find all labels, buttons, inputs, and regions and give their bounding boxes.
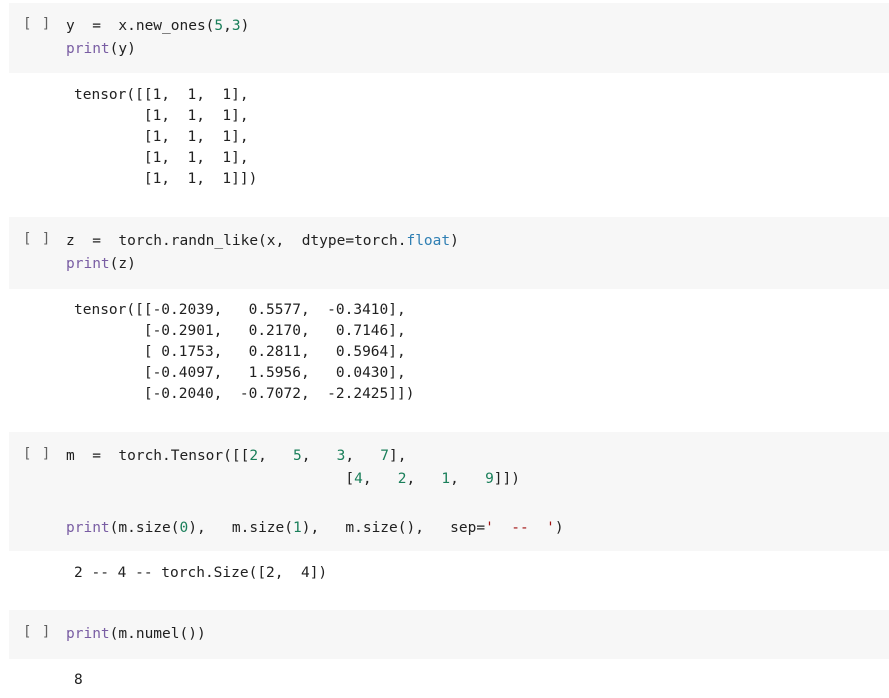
output-line: [ 0.1753, 0.2811, 0.5964], — [74, 344, 406, 360]
code-token: ), m.size(), sep= — [301, 520, 486, 536]
code-token: , — [406, 471, 442, 487]
code-token: float — [406, 233, 451, 249]
code-token: (m.numel()) — [109, 626, 206, 642]
code-token: y = x.new_ones( — [66, 18, 215, 34]
code-token: 5 — [214, 18, 224, 34]
code-token: , — [258, 448, 293, 464]
run-cell-3-button[interactable]: [ ] — [23, 446, 51, 462]
output-line: [1, 1, 1], — [74, 150, 249, 166]
code-token: [ — [66, 471, 355, 487]
run-cell-1-button[interactable]: [ ] — [23, 16, 51, 32]
code-line: print(m.numel()) — [66, 624, 206, 645]
code-line: print(z) — [66, 254, 136, 275]
code-token: , — [345, 448, 381, 464]
code-token: ) — [450, 233, 459, 249]
code-cell-3[interactable]: [ ] m = torch.Tensor([[2, 5, 3, 7], [4, … — [9, 432, 889, 551]
output-cell-4: 8 — [9, 668, 889, 696]
code-token: , — [223, 18, 232, 34]
code-token: ' -- ' — [485, 520, 555, 536]
code-token: 3 — [231, 18, 241, 34]
output-line: tensor([[1, 1, 1], — [74, 87, 249, 103]
code-token: ) — [240, 18, 250, 34]
code-cell-4[interactable]: [ ] print(m.numel()) — [9, 610, 889, 659]
code-line: m = torch.Tensor([[2, 5, 3, 7], — [66, 446, 407, 467]
output-cell-2: tensor([[-0.2039, 0.5577, -0.3410], [-0.… — [9, 298, 889, 408]
code-token: , — [450, 471, 486, 487]
output-cell-1: tensor([[1, 1, 1], [1, 1, 1], [1, 1, 1],… — [9, 83, 889, 193]
code-token: ), m.size( — [188, 520, 293, 536]
output-line: 2 -- 4 -- torch.Size([2, 4]) — [74, 565, 328, 581]
code-line: y = x.new_ones(5,3) — [66, 16, 249, 37]
code-token: 9 — [485, 471, 494, 487]
code-token: (y) — [109, 41, 136, 57]
code-line: [4, 2, 1, 9]]) — [66, 469, 520, 490]
code-token: (m.size( — [109, 520, 180, 536]
code-token: , — [362, 471, 398, 487]
code-token: , — [301, 448, 337, 464]
code-cell-2[interactable]: [ ] z = torch.randn_like(x, dtype=torch.… — [9, 217, 889, 289]
run-cell-2-button[interactable]: [ ] — [23, 231, 51, 247]
code-token: 1 — [293, 520, 302, 536]
code-line: z = torch.randn_like(x, dtype=torch.floa… — [66, 231, 459, 252]
output-line: [1, 1, 1], — [74, 129, 249, 145]
output-cell-3: 2 -- 4 -- torch.Size([2, 4]) — [9, 560, 889, 590]
code-token: m = torch.Tensor([[ — [66, 448, 250, 464]
code-token: z = torch.randn_like(x, dtype=torch. — [66, 233, 407, 249]
output-line: [-0.4097, 1.5956, 0.0430], — [74, 365, 406, 381]
code-line: print(m.size(0), m.size(1), m.size(), se… — [66, 518, 564, 539]
code-cell-1[interactable]: [ ] y = x.new_ones(5,3) print(y) — [9, 3, 889, 73]
code-token: 0 — [179, 520, 189, 536]
code-token: 7 — [380, 448, 390, 464]
code-token: 2 — [249, 448, 259, 464]
output-line: tensor([[-0.2039, 0.5577, -0.3410], — [74, 302, 406, 318]
output-line: [1, 1, 1], — [74, 108, 249, 124]
code-token: ) — [554, 520, 564, 536]
output-line: [-0.2040, -0.7072, -2.2425]]) — [74, 386, 415, 402]
code-token: (z) — [109, 256, 136, 272]
code-token: ], — [389, 448, 407, 464]
code-token: print — [66, 41, 110, 57]
code-token: 4 — [354, 471, 363, 487]
code-line: print(y) — [66, 39, 136, 60]
output-line: 8 — [74, 672, 83, 688]
code-token: print — [66, 520, 110, 536]
code-token: print — [66, 256, 110, 272]
code-token: print — [66, 626, 110, 642]
code-token: ]]) — [493, 471, 520, 487]
output-line: [-0.2901, 0.2170, 0.7146], — [74, 323, 406, 339]
output-line: [1, 1, 1]]) — [74, 171, 258, 187]
run-cell-4-button[interactable]: [ ] — [23, 624, 51, 640]
code-token: 5 — [292, 448, 302, 464]
code-token: 1 — [441, 471, 451, 487]
